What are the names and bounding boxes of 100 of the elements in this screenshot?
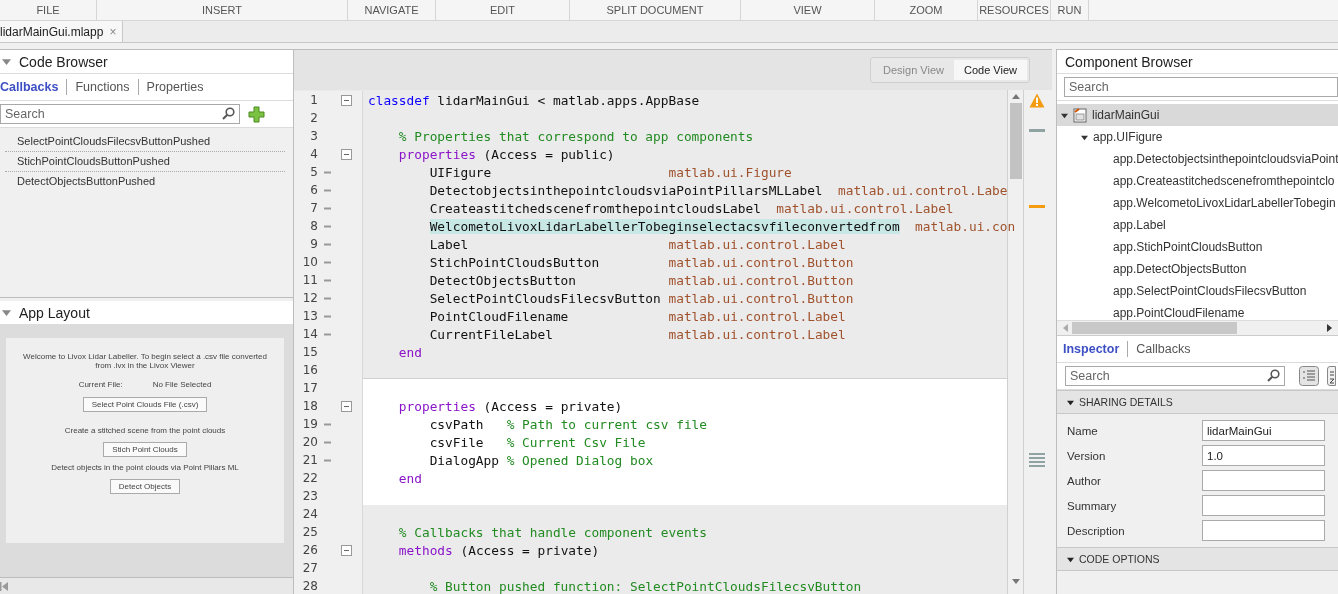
tree-item[interactable]: app.PointCloudFilename xyxy=(1057,302,1338,320)
breakpoint-dash-icon[interactable] xyxy=(324,458,331,462)
breakpoint-dash-icon[interactable] xyxy=(324,206,331,210)
callback-item[interactable]: SelectPointCloudsFilecsvButtonPushed xyxy=(5,132,285,152)
line-number: 4 xyxy=(309,147,318,161)
tree-item[interactable]: app.WelcometoLivoxLidarLabellerTobegin xyxy=(1057,192,1338,214)
tree-item[interactable]: lidarMainGui xyxy=(1057,104,1338,126)
section-header[interactable]: SHARING DETAILS xyxy=(1057,390,1338,414)
fold-icon[interactable] xyxy=(341,148,352,160)
breakpoint-dash-icon[interactable] xyxy=(324,422,331,426)
scroll-right-icon[interactable] xyxy=(1327,324,1332,332)
line-number: 25 xyxy=(301,525,318,539)
breakpoint-dash-icon[interactable] xyxy=(324,332,331,336)
sort-icon[interactable] xyxy=(1327,366,1336,386)
marker-icon[interactable] xyxy=(1029,129,1045,132)
toolstrip-tab[interactable]: VIEW xyxy=(793,4,822,16)
search-field[interactable]: Search xyxy=(1064,77,1338,97)
line-number: 21 xyxy=(301,453,318,467)
scroll-left-icon[interactable] xyxy=(0,581,8,591)
toolstrip-tab[interactable]: FILE xyxy=(36,4,60,16)
search-field[interactable]: Search xyxy=(1065,366,1285,386)
lines-icon[interactable] xyxy=(1029,453,1045,468)
code-text: DetectObjectsButton xyxy=(429,272,577,288)
expand-caret-icon[interactable] xyxy=(1081,133,1088,141)
scrollbar-thumb[interactable] xyxy=(1009,103,1022,179)
text-field[interactable] xyxy=(1202,520,1325,541)
document-tab[interactable]: lidarMainGui.mlapp × xyxy=(0,21,124,42)
collapse-caret-icon[interactable] xyxy=(1067,555,1074,563)
text-field[interactable]: 1.0 xyxy=(1202,445,1325,466)
tree-item[interactable]: app.DetectobjectsinthepointcloudsviaPoint xyxy=(1057,148,1338,170)
preview-label: Current File: xyxy=(78,380,123,389)
tree-item[interactable]: app.StichPointCloudsButton xyxy=(1057,236,1338,258)
tree-item[interactable]: app.Createastitchedscenefromthepointclo xyxy=(1057,170,1338,192)
preview-label: No File Selected xyxy=(152,380,212,389)
field-label: Version xyxy=(1067,449,1107,462)
preview-button[interactable]: Stich Point Clouds xyxy=(103,442,187,457)
fold-icon[interactable] xyxy=(341,400,352,412)
collapse-caret-icon[interactable] xyxy=(1067,398,1074,406)
tree-item[interactable]: app.DetectObjectsButton xyxy=(1057,258,1338,280)
tree-item[interactable]: app.Label xyxy=(1057,214,1338,236)
highlighted-code: WelcometoLivoxLidarLabellerTobeginselectacsvfileconvertedfrom xyxy=(429,218,900,234)
toolstrip-tab[interactable]: ZOOM xyxy=(909,4,943,16)
breakpoint-dash-icon[interactable] xyxy=(324,260,331,264)
breakpoint-dash-icon[interactable] xyxy=(324,170,331,174)
callback-item[interactable]: StichPointCloudsButtonPushed xyxy=(5,152,285,172)
code-keyword: properties xyxy=(398,146,476,162)
close-icon[interactable]: × xyxy=(109,24,117,39)
warning-marker-icon[interactable] xyxy=(1029,205,1045,208)
callback-item[interactable]: DetectObjectsButtonPushed xyxy=(5,172,285,191)
inspector-tab[interactable]: Inspector xyxy=(1063,342,1128,356)
section-header[interactable]: CODE OPTIONS xyxy=(1057,547,1338,571)
tree-item[interactable]: app.UIFigure xyxy=(1057,126,1338,148)
scroll-down-icon[interactable] xyxy=(1011,579,1020,584)
breakpoint-dash-icon[interactable] xyxy=(324,224,331,228)
code-keyword: methods xyxy=(398,542,453,558)
breakpoint-dash-icon[interactable] xyxy=(324,314,331,318)
browser-tab[interactable]: Functions xyxy=(67,80,138,94)
toolstrip-tab[interactable]: RESOURCES xyxy=(979,4,1049,16)
code-type: matlab.ui.con xyxy=(915,218,1016,234)
preview-button[interactable]: Detect Objects xyxy=(109,479,181,494)
line-number: 11 xyxy=(301,273,318,287)
breakpoint-dash-icon[interactable] xyxy=(324,242,331,246)
toolstrip-tab[interactable]: INSERT xyxy=(201,4,243,16)
breakpoint-dash-icon[interactable] xyxy=(324,278,331,282)
code-type: matlab.ui.control.Label xyxy=(668,308,846,324)
scroll-left-icon[interactable] xyxy=(1063,324,1068,332)
line-number: 7 xyxy=(309,201,318,215)
text-field[interactable] xyxy=(1202,470,1325,491)
browser-tab[interactable]: Properties xyxy=(138,80,212,94)
toolstrip-tab[interactable]: SPLIT DOCUMENT xyxy=(606,4,704,16)
code-type: matlab.ui.control.Labe xyxy=(838,182,1008,198)
code-type: matlab.ui.control.Label xyxy=(668,236,846,252)
inspector-tab[interactable]: Callbacks xyxy=(1128,342,1199,356)
line-number: 18 xyxy=(301,399,318,413)
fold-icon[interactable] xyxy=(341,94,352,106)
breakpoint-dash-icon[interactable] xyxy=(324,188,331,192)
preview-button[interactable]: Select Point Clouds File (.csv) xyxy=(82,397,208,412)
tree-item[interactable]: app.SelectPointCloudsFilecsvButton xyxy=(1057,280,1338,302)
search-field[interactable]: Search xyxy=(0,104,240,124)
scroll-up-icon[interactable] xyxy=(1011,94,1020,99)
code-type: matlab.ui.control.Label xyxy=(668,326,846,342)
line-number: 10 xyxy=(301,255,318,269)
toolstrip-tab[interactable]: RUN xyxy=(1057,4,1082,16)
scrollbar-thumb[interactable] xyxy=(1072,322,1237,334)
text-field[interactable]: lidarMainGui xyxy=(1202,420,1325,441)
app-file-icon xyxy=(1073,107,1087,123)
browser-tab[interactable]: Callbacks xyxy=(0,80,67,94)
toolstrip-tab[interactable]: NAVIGATE xyxy=(364,4,419,16)
line-number: 16 xyxy=(301,363,318,377)
fold-icon[interactable] xyxy=(341,544,352,556)
list-view-icon[interactable] xyxy=(1299,366,1319,386)
expand-caret-icon[interactable] xyxy=(1061,111,1068,119)
warning-icon[interactable] xyxy=(1029,93,1045,108)
toolstrip-tab[interactable]: EDIT xyxy=(489,4,516,16)
breakpoint-dash-icon[interactable] xyxy=(324,296,331,300)
add-icon[interactable] xyxy=(248,105,265,123)
text-field[interactable] xyxy=(1202,495,1325,516)
breakpoint-dash-icon[interactable] xyxy=(324,440,331,444)
search-icon xyxy=(222,107,235,120)
view-toggle[interactable]: Code View xyxy=(954,60,1027,80)
